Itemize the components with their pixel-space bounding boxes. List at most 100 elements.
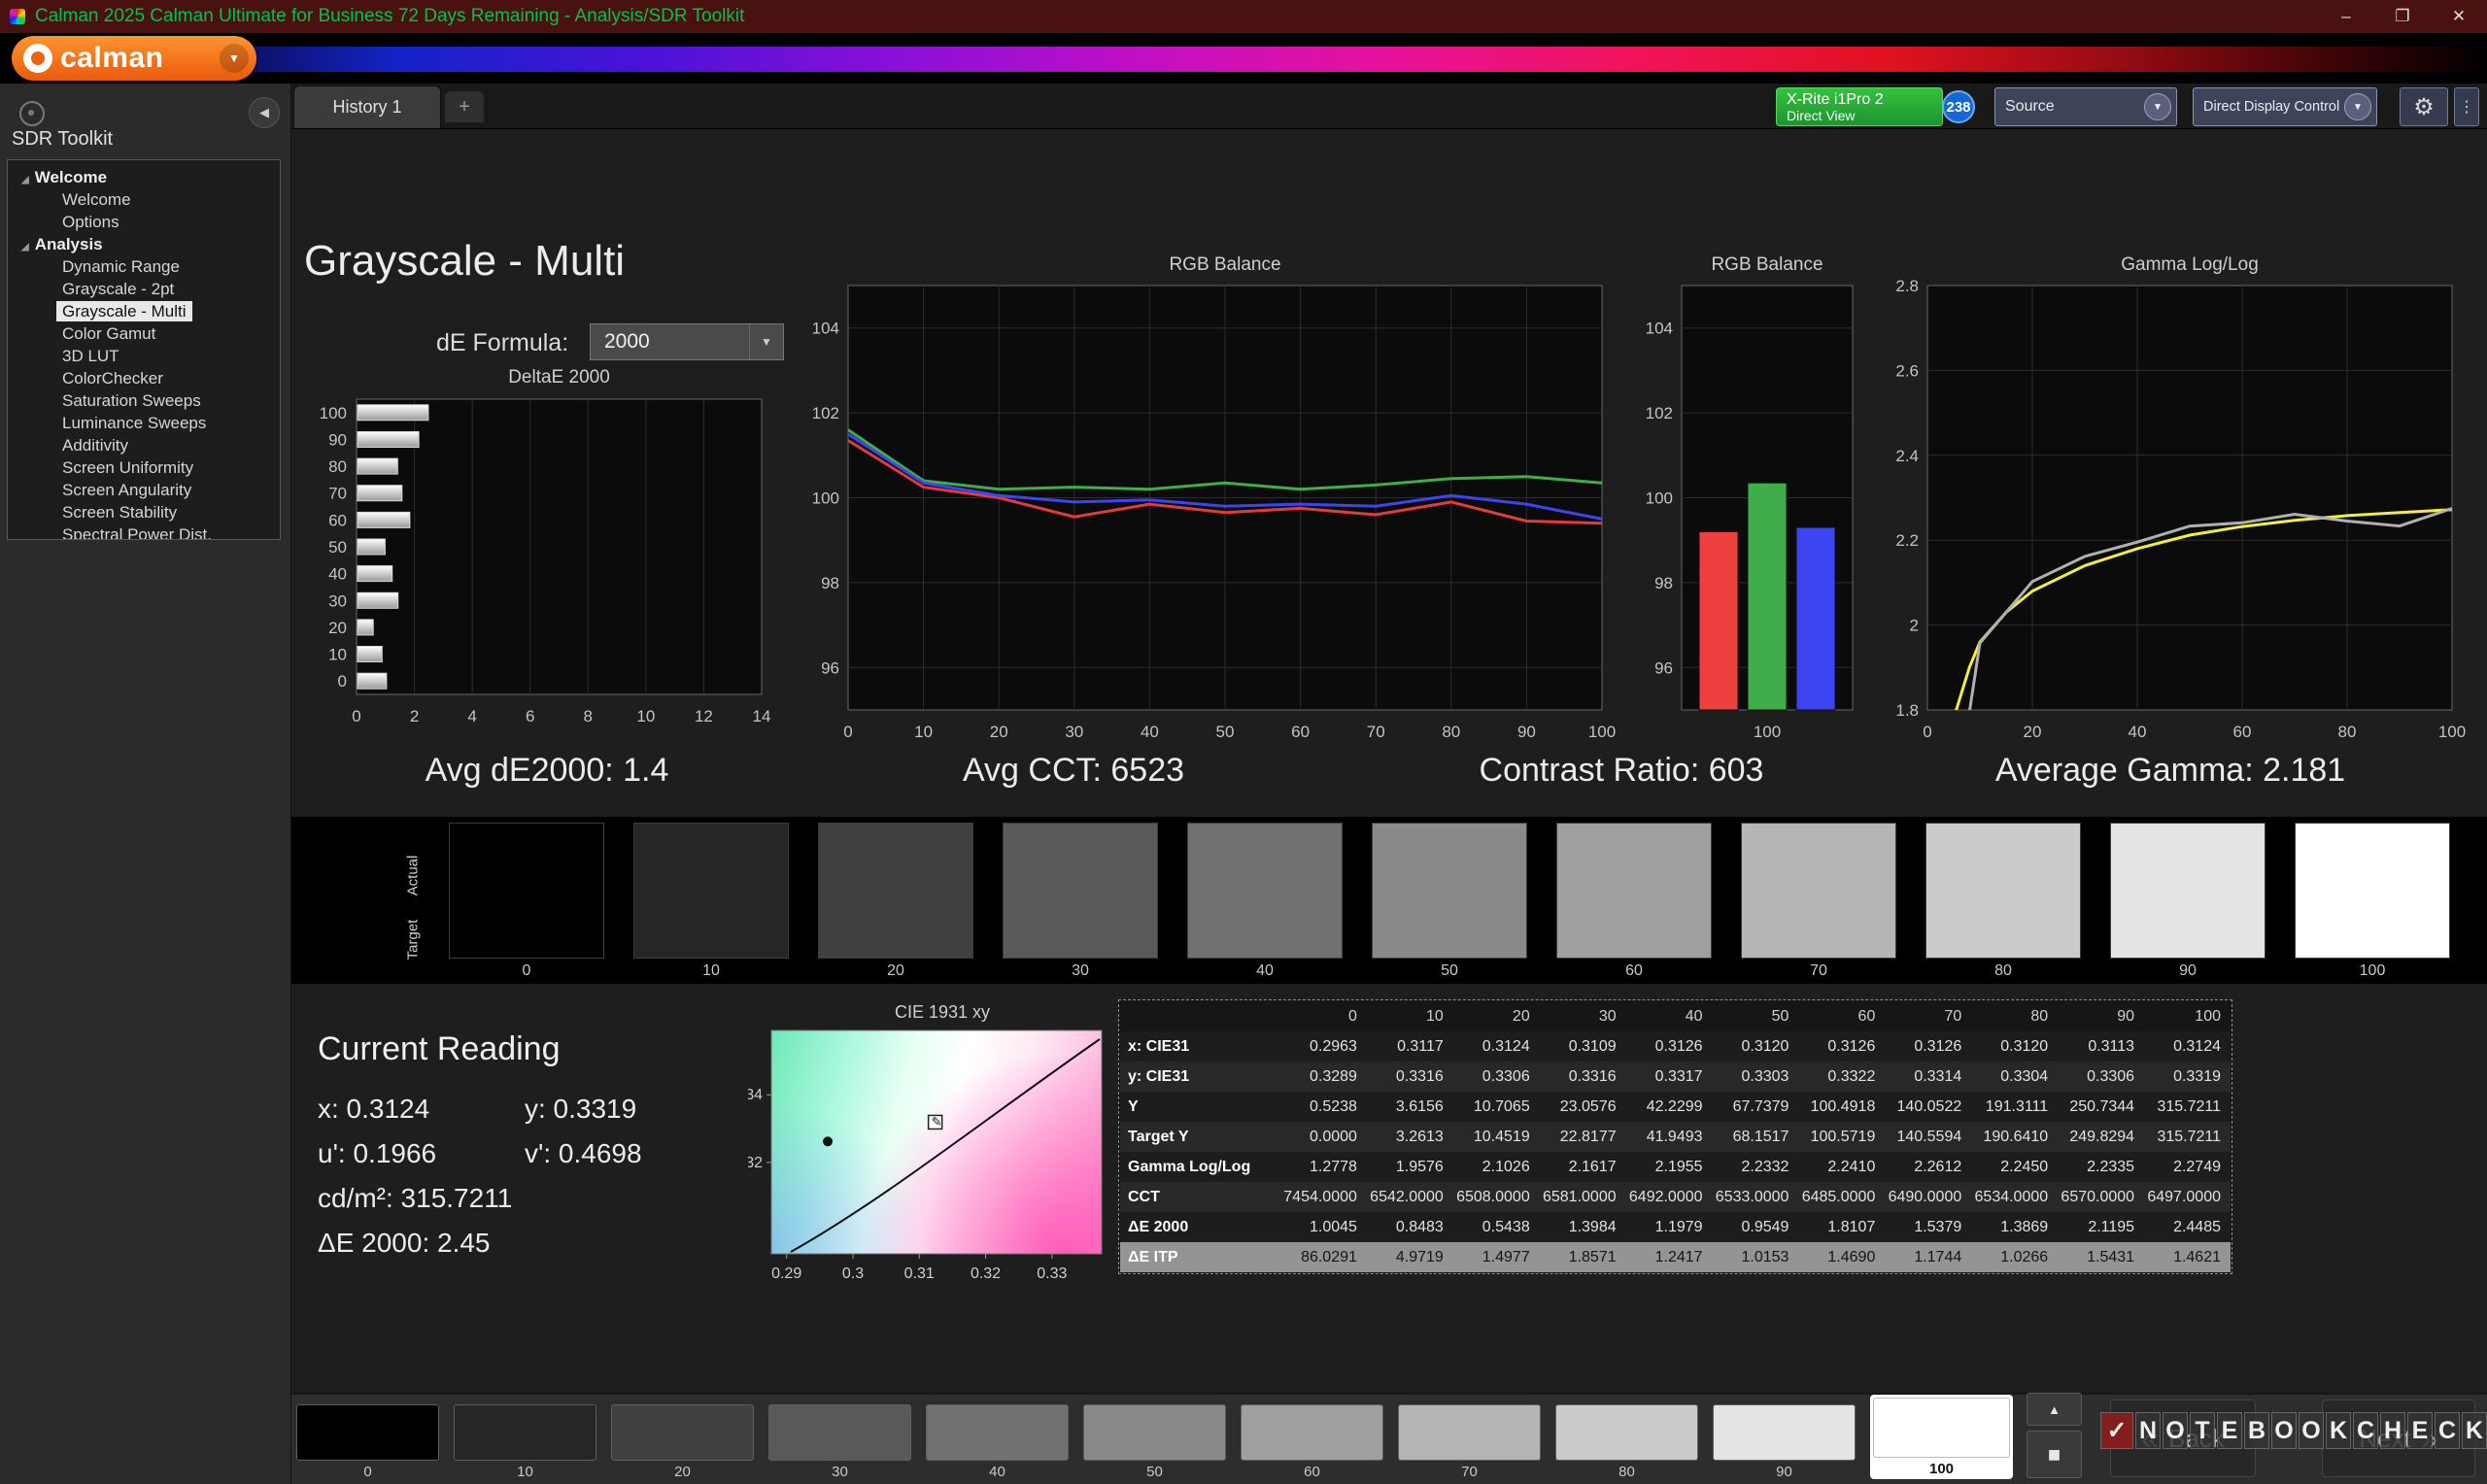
- table-cell: 41.9493: [1626, 1122, 1713, 1152]
- patch-button-40[interactable]: 40: [926, 1404, 1069, 1482]
- brand-logo[interactable]: calman ▼: [12, 36, 256, 81]
- pattern-window-button[interactable]: ■: [2027, 1431, 2082, 1478]
- watermark-letter: E: [2407, 1412, 2433, 1449]
- close-button[interactable]: ✕: [2431, 0, 2487, 33]
- table-cell: 315.7211: [2144, 1092, 2231, 1122]
- svg-text:4: 4: [467, 707, 476, 725]
- panel-handle-button[interactable]: ⋮: [2454, 87, 2479, 126]
- reading-value: cd/m²: 315.7211: [318, 1183, 525, 1214]
- svg-text:0: 0: [843, 723, 852, 741]
- pattern-up-button[interactable]: ▲: [2027, 1393, 2082, 1426]
- table-cell: 140.0522: [1885, 1092, 1971, 1122]
- sidebar-item-colorchecker[interactable]: ColorChecker: [56, 368, 169, 388]
- sidebar-item-color-gamut[interactable]: Color Gamut: [56, 323, 161, 344]
- table-cell: 1.5379: [1885, 1212, 1971, 1242]
- patch-swatch: [1555, 1404, 1698, 1461]
- maximize-button[interactable]: ❐: [2374, 0, 2431, 33]
- table-cell: 1.2778: [1280, 1152, 1367, 1182]
- column-header: 70: [1885, 1001, 1971, 1031]
- add-tab-button[interactable]: +: [445, 91, 484, 122]
- table-cell: 6492.0000: [1626, 1182, 1713, 1212]
- ramp-swatch-color: [818, 823, 973, 959]
- sidebar-item-3d-lut[interactable]: 3D LUT: [56, 346, 125, 366]
- watermark-letter: K: [2326, 1412, 2351, 1449]
- column-header: 0: [1280, 1001, 1367, 1031]
- sidebar-item-grayscale-multi[interactable]: Grayscale - Multi: [56, 301, 192, 321]
- meter-button[interactable]: X-Rite i1Pro 2 Direct View: [1776, 87, 1943, 126]
- sidebar-item-dynamic-range[interactable]: Dynamic Range: [56, 256, 186, 277]
- table-cell: 3.2613: [1367, 1122, 1453, 1152]
- table-cell: 0.3314: [1885, 1062, 1971, 1092]
- row-label: ΔE ITP: [1120, 1242, 1280, 1272]
- patch-button-70[interactable]: 70: [1398, 1404, 1541, 1482]
- ramp-swatch-70: 70: [1741, 823, 1896, 980]
- watermark-letter: O: [2163, 1412, 2188, 1449]
- sidebar-item-additivity[interactable]: Additivity: [56, 435, 134, 455]
- table-cell: 0.3322: [1798, 1062, 1885, 1092]
- table-cell: 6508.0000: [1453, 1182, 1540, 1212]
- sidebar-item-screen-uniformity[interactable]: Screen Uniformity: [56, 457, 199, 478]
- sidebar-item-options[interactable]: Options: [56, 212, 125, 232]
- display-control-dropdown[interactable]: Direct Display Control ▼: [2193, 87, 2377, 126]
- meter-name: X-Rite i1Pro 2: [1787, 91, 1932, 109]
- tab-history-1[interactable]: History 1: [293, 85, 441, 128]
- patch-button-100[interactable]: 100: [1870, 1395, 2013, 1479]
- svg-text:98: 98: [821, 574, 839, 592]
- patch-button-0[interactable]: 0: [296, 1404, 439, 1482]
- table-cell: 23.0576: [1540, 1092, 1626, 1122]
- patch-button-30[interactable]: 30: [768, 1404, 911, 1482]
- table-cell: 0.9549: [1713, 1212, 1799, 1242]
- patch-button-10[interactable]: 10: [454, 1404, 596, 1482]
- table-cell: 1.1744: [1885, 1242, 1971, 1272]
- svg-text:100: 100: [1588, 723, 1616, 741]
- patch-button-50[interactable]: 50: [1083, 1404, 1226, 1482]
- column-header: 30: [1540, 1001, 1626, 1031]
- table-cell: 1.5431: [2058, 1242, 2144, 1272]
- brand-dropdown-icon[interactable]: ▼: [220, 44, 249, 73]
- status-icon: [19, 101, 45, 126]
- patch-button-60[interactable]: 60: [1241, 1404, 1383, 1482]
- patch-button-20[interactable]: 20: [611, 1404, 754, 1482]
- window-pattern-icon: ■: [2048, 1442, 2061, 1467]
- minimize-button[interactable]: –: [2318, 0, 2374, 33]
- row-label: ΔE 2000: [1120, 1212, 1280, 1242]
- rgb-balance-bar-chart: 9698100102104100: [1628, 270, 1871, 748]
- sidebar-item-saturation-sweeps[interactable]: Saturation Sweeps: [56, 390, 207, 411]
- table-cell: 1.0045: [1280, 1212, 1367, 1242]
- ramp-level-label: 60: [1556, 962, 1712, 980]
- sidebar-item-screen-stability[interactable]: Screen Stability: [56, 502, 183, 523]
- ramp-swatch-color: [633, 823, 789, 959]
- table-row-gamma-log-log: Gamma Log/Log1.27781.95762.10262.16172.1…: [1120, 1152, 2231, 1182]
- sidebar-item-luminance-sweeps[interactable]: Luminance Sweeps: [56, 413, 212, 433]
- collapse-sidebar-button[interactable]: ◀: [249, 97, 280, 128]
- deltae-chart: 024681012141009080706050403020100: [301, 384, 777, 749]
- settings-button[interactable]: ⚙: [2400, 87, 2448, 126]
- svg-text:30: 30: [328, 591, 347, 610]
- svg-text:100: 100: [812, 489, 839, 508]
- sidebar-item-screen-angularity[interactable]: Screen Angularity: [56, 480, 197, 500]
- patch-swatch: [1873, 1398, 2010, 1458]
- cie-overlay: 0.290.30.310.320.330.340.32✎: [748, 1010, 1137, 1292]
- sidebar: ◀ SDR Toolkit ◢WelcomeWelcomeOptions◢Ana…: [0, 84, 291, 1484]
- current-reading-line: cd/m²: 315.7211: [318, 1183, 525, 1214]
- table-cell: 0.3317: [1626, 1062, 1713, 1092]
- svg-text:102: 102: [812, 404, 839, 422]
- patch-button-90[interactable]: 90: [1713, 1404, 1856, 1482]
- de-formula-value: 2000: [591, 330, 650, 354]
- patch-level-label: 10: [454, 1461, 596, 1482]
- svg-text:60: 60: [2233, 723, 2252, 741]
- sidebar-item-welcome[interactable]: Welcome: [56, 189, 137, 210]
- sidebar-item-grayscale-2pt[interactable]: Grayscale - 2pt: [56, 279, 180, 299]
- table-cell: 10.4519: [1453, 1122, 1540, 1152]
- patch-button-80[interactable]: 80: [1555, 1404, 1698, 1482]
- svg-text:2: 2: [1910, 617, 1919, 635]
- tree-section-welcome[interactable]: ◢Welcome: [21, 167, 280, 187]
- svg-text:100: 100: [1754, 723, 1781, 741]
- sidebar-item-spectral-power-dist[interactable]: Spectral Power Dist.: [56, 524, 218, 540]
- tree-section-analysis[interactable]: ◢Analysis: [21, 234, 280, 254]
- table-cell: 0.3316: [1540, 1062, 1626, 1092]
- gamma-chart: 1.822.22.42.62.8020406080100: [1867, 270, 2474, 748]
- table-row-x-cie31: x: CIE310.29630.31170.31240.31090.31260.…: [1120, 1031, 2231, 1062]
- source-dropdown[interactable]: Source ▼: [1994, 87, 2177, 126]
- de-formula-dropdown[interactable]: 2000 ▼: [590, 323, 784, 360]
